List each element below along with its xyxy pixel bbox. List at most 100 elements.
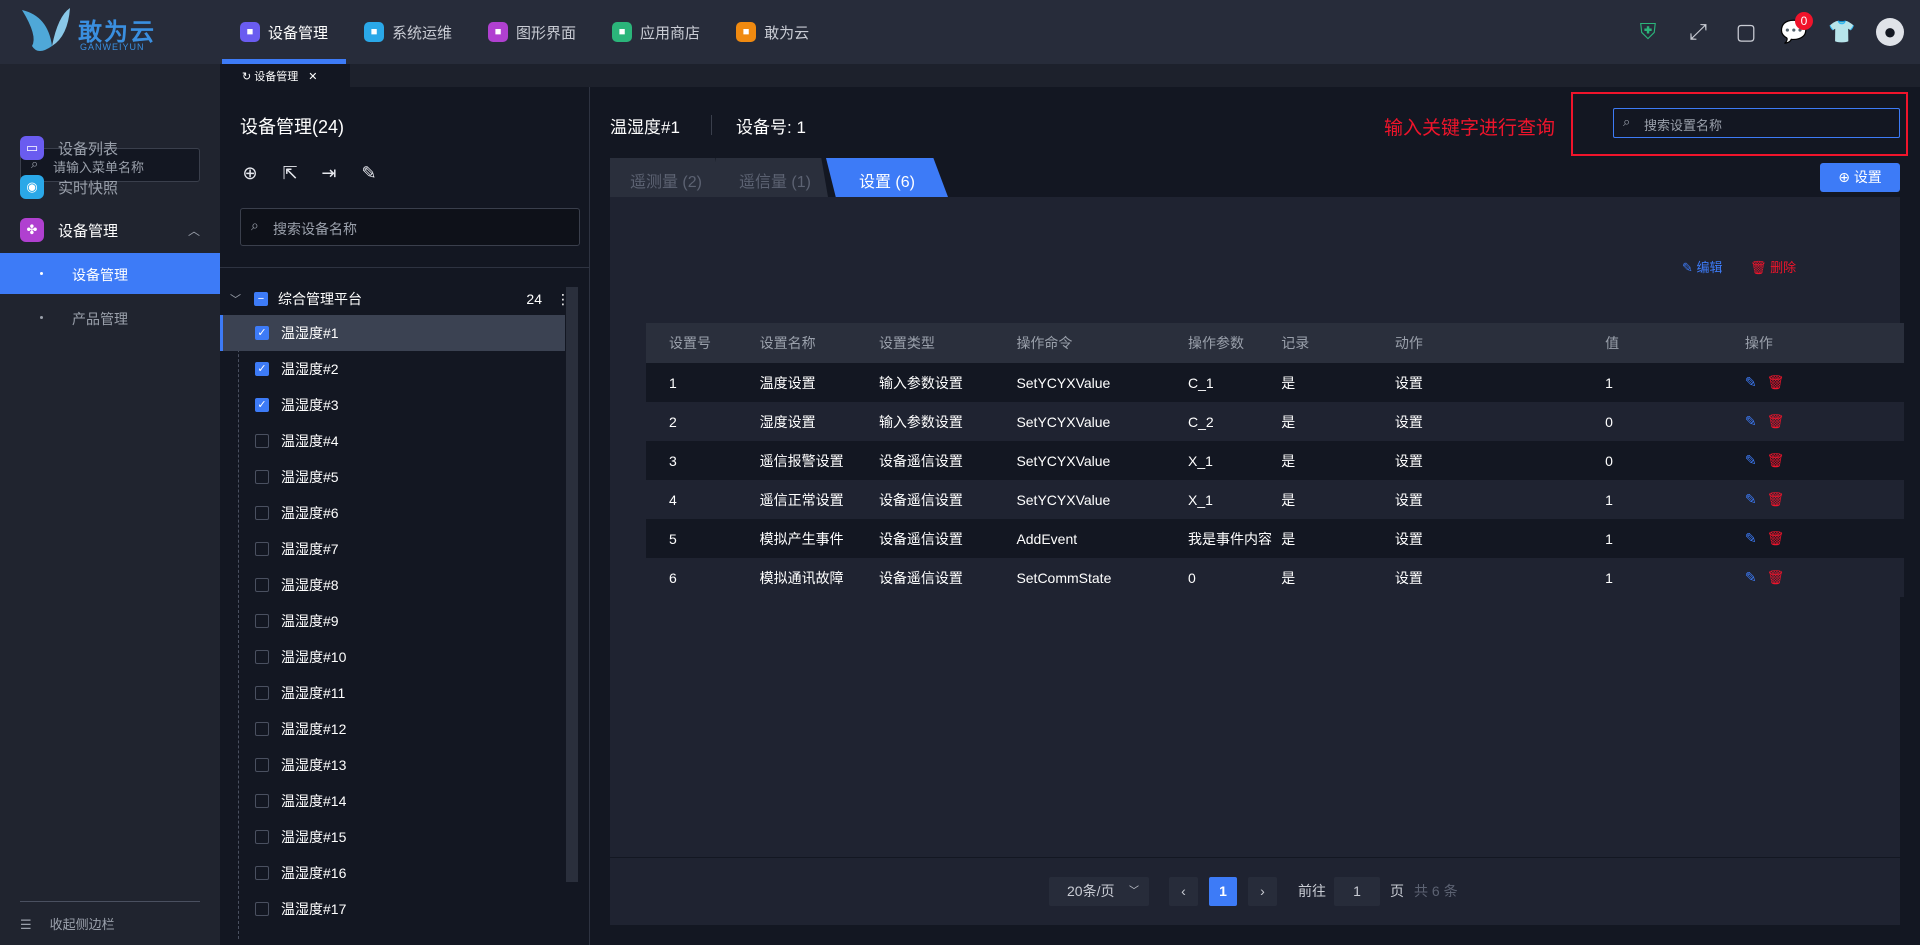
tree-item[interactable]: 温湿度#7 [220, 531, 565, 567]
tab-telesignal[interactable]: 遥信量 (1) [716, 158, 828, 197]
top-nav-2[interactable]: ■ 图形界面 [470, 0, 594, 64]
tree-item[interactable]: 温湿度#13 [220, 747, 565, 783]
page-1-button[interactable]: 1 [1209, 877, 1237, 906]
device-number: 设备号: 1 [736, 118, 806, 137]
add-circle-icon[interactable]: ⊕ [240, 163, 260, 183]
edit-icon[interactable]: ✎ [1745, 452, 1757, 468]
tree-item-checkbox[interactable] [255, 578, 269, 592]
tree-scrollbar[interactable] [566, 287, 578, 882]
chevron-down-icon[interactable]: ﹀ [230, 291, 250, 307]
row-actions: ✎ 🗑 [1745, 480, 1904, 519]
edit-icon[interactable]: ✎ [1745, 413, 1757, 429]
tree-item-label: 温湿度#11 [281, 685, 346, 701]
tree-item-checkbox[interactable] [255, 434, 269, 448]
import-folder-icon[interactable]: ⇥ [319, 163, 339, 183]
trash-icon[interactable]: 🗑 [1767, 374, 1785, 390]
edit-icon[interactable]: ✎ [359, 163, 379, 183]
tree-item[interactable]: 温湿度#14 [220, 783, 565, 819]
tab-settings[interactable]: 设置 (6) [826, 158, 948, 197]
prev-page-button[interactable]: ‹ [1169, 877, 1198, 906]
tree-item-checkbox[interactable] [255, 686, 269, 700]
tree-item[interactable]: 温湿度#9 [220, 603, 565, 639]
tree-item-checkbox[interactable] [255, 614, 269, 628]
goto-page-input[interactable]: 1 [1334, 877, 1380, 906]
trash-icon[interactable]: 🗑 [1767, 413, 1785, 429]
theme-shirt-icon[interactable]: 👕 [1828, 18, 1856, 46]
top-nav-3[interactable]: ■ 应用商店 [594, 0, 718, 64]
tree-item[interactable]: 温湿度#16 [220, 855, 565, 891]
column-header: 值 [1605, 323, 1745, 363]
page-tab-device-management[interactable]: ↻ 设备管理 ✕ [220, 64, 350, 87]
avatar[interactable]: ● [1876, 18, 1904, 46]
tree-item[interactable]: 温湿度#11 [220, 675, 565, 711]
table-row[interactable]: 2 湿度设置 输入参数设置 SetYCYXValue C_2 是设置 0 ✎ 🗑 [646, 402, 1904, 441]
tree-item[interactable]: ✓ 温湿度#2 [220, 351, 565, 387]
chevron-up-icon: ︿ [187, 223, 200, 238]
screen-frame-icon[interactable]: ▢ [1732, 18, 1760, 46]
tree-item[interactable]: 温湿度#12 [220, 711, 565, 747]
trash-icon[interactable]: 🗑 [1767, 530, 1785, 546]
table-cell: 1 [1605, 374, 1613, 391]
tree-item-checkbox[interactable]: ✓ [255, 326, 269, 340]
shield-icon[interactable]: ⛨ [1634, 18, 1662, 46]
tree-item-checkbox[interactable] [255, 542, 269, 556]
tree-item[interactable]: 温湿度#5 [220, 459, 565, 495]
tree-item-label: 温湿度#17 [281, 901, 347, 917]
table-row[interactable]: 5 模拟产生事件 设备遥信设置 AddEvent 我是事件内容是设置 1 ✎ 🗑 [646, 519, 1904, 558]
device-search-input[interactable]: ⌕ 搜索设备名称 [240, 208, 580, 246]
tree-item[interactable]: ✓ 温湿度#3 [220, 387, 565, 423]
sidebar-item-device-list[interactable]: ▭ 设备列表 [20, 136, 118, 160]
sidebar-item-snapshot[interactable]: ◉ 实时快照 [20, 175, 118, 199]
edit-icon[interactable]: ✎ [1745, 530, 1757, 546]
edit-icon[interactable]: ✎ [1745, 374, 1757, 390]
tree-item-checkbox[interactable] [255, 722, 269, 736]
sidebar-subitem-product-management[interactable]: 产品管理 [0, 297, 220, 338]
top-nav-0[interactable]: ■ 设备管理 [222, 0, 347, 64]
trash-icon[interactable]: 🗑 [1767, 569, 1785, 585]
export-icon[interactable]: ⇱ [280, 163, 300, 183]
tree-root[interactable]: ﹀ − 综合管理平台 24 ⋮ [230, 287, 570, 311]
tree-item[interactable]: ✓ 温湿度#1 [220, 315, 565, 351]
top-nav-1[interactable]: ■ 系统运维 [346, 0, 470, 64]
tree-item-checkbox[interactable] [255, 902, 269, 916]
sidebar-subitem-device-management[interactable]: 设备管理 [0, 253, 220, 294]
edit-icon[interactable]: ✎ [1745, 491, 1757, 507]
root-checkbox[interactable]: − [254, 292, 268, 306]
tree-item[interactable]: 温湿度#4 [220, 423, 565, 459]
close-icon[interactable]: ✕ [308, 71, 317, 83]
tree-item[interactable]: 温湿度#15 [220, 819, 565, 855]
page-size-select[interactable]: 20条/页 ﹀ [1049, 877, 1149, 906]
search-icon: ⌕ [251, 217, 259, 233]
tree-item-checkbox[interactable] [255, 866, 269, 880]
tree-item-checkbox[interactable]: ✓ [255, 398, 269, 412]
tree-item-checkbox[interactable] [255, 506, 269, 520]
add-setting-button[interactable]: ⊕ 设置 [1820, 163, 1900, 192]
fullscreen-icon[interactable]: ⤢ [1684, 18, 1712, 46]
setting-search-input[interactable]: ⌕ 搜索设置名称 [1613, 108, 1900, 138]
tree-item-checkbox[interactable]: ✓ [255, 362, 269, 376]
tree-item-checkbox[interactable] [255, 758, 269, 772]
table-row[interactable]: 1 温度设置 输入参数设置 SetYCYXValue C_1 是设置 1 ✎ 🗑 [646, 363, 1904, 402]
tree-item[interactable]: 温湿度#10 [220, 639, 565, 675]
edit-button[interactable]: ✎ 编辑 [1682, 257, 1723, 276]
add-circle-icon: ⊕ [1838, 169, 1854, 185]
table-row[interactable]: 4 遥信正常设置 设备遥信设置 SetYCYXValue X_1 是设置 1 ✎ 🗑 [646, 480, 1904, 519]
collapse-sidebar-button[interactable]: ☰ 收起侧边栏 [20, 914, 115, 933]
sidebar-item-device-management[interactable]: ✤ 设备管理 ︿ [20, 218, 200, 242]
tree-item-checkbox[interactable] [255, 470, 269, 484]
tree-item[interactable]: 温湿度#6 [220, 495, 565, 531]
table-row[interactable]: 3 遥信报警设置 设备遥信设置 SetYCYXValue X_1 是设置 0 ✎ 🗑 [646, 441, 1904, 480]
tab-telemetry[interactable]: 遥测量 (2) [610, 158, 722, 197]
next-page-button[interactable]: › [1248, 877, 1277, 906]
tree-item-checkbox[interactable] [255, 794, 269, 808]
trash-icon[interactable]: 🗑 [1767, 452, 1785, 468]
table-row[interactable]: 6 模拟通讯故障 设备遥信设置 SetCommState 0 是设置 1 ✎ 🗑 [646, 558, 1904, 597]
trash-icon[interactable]: 🗑 [1767, 491, 1785, 507]
tree-item-checkbox[interactable] [255, 650, 269, 664]
top-nav-4[interactable]: ■ 敢为云 [718, 0, 827, 64]
tree-item-checkbox[interactable] [255, 830, 269, 844]
tree-item[interactable]: 温湿度#17 [220, 891, 565, 927]
edit-icon[interactable]: ✎ [1745, 569, 1757, 585]
delete-button[interactable]: 🗑 删除 [1750, 257, 1796, 276]
tree-item[interactable]: 温湿度#8 [220, 567, 565, 603]
